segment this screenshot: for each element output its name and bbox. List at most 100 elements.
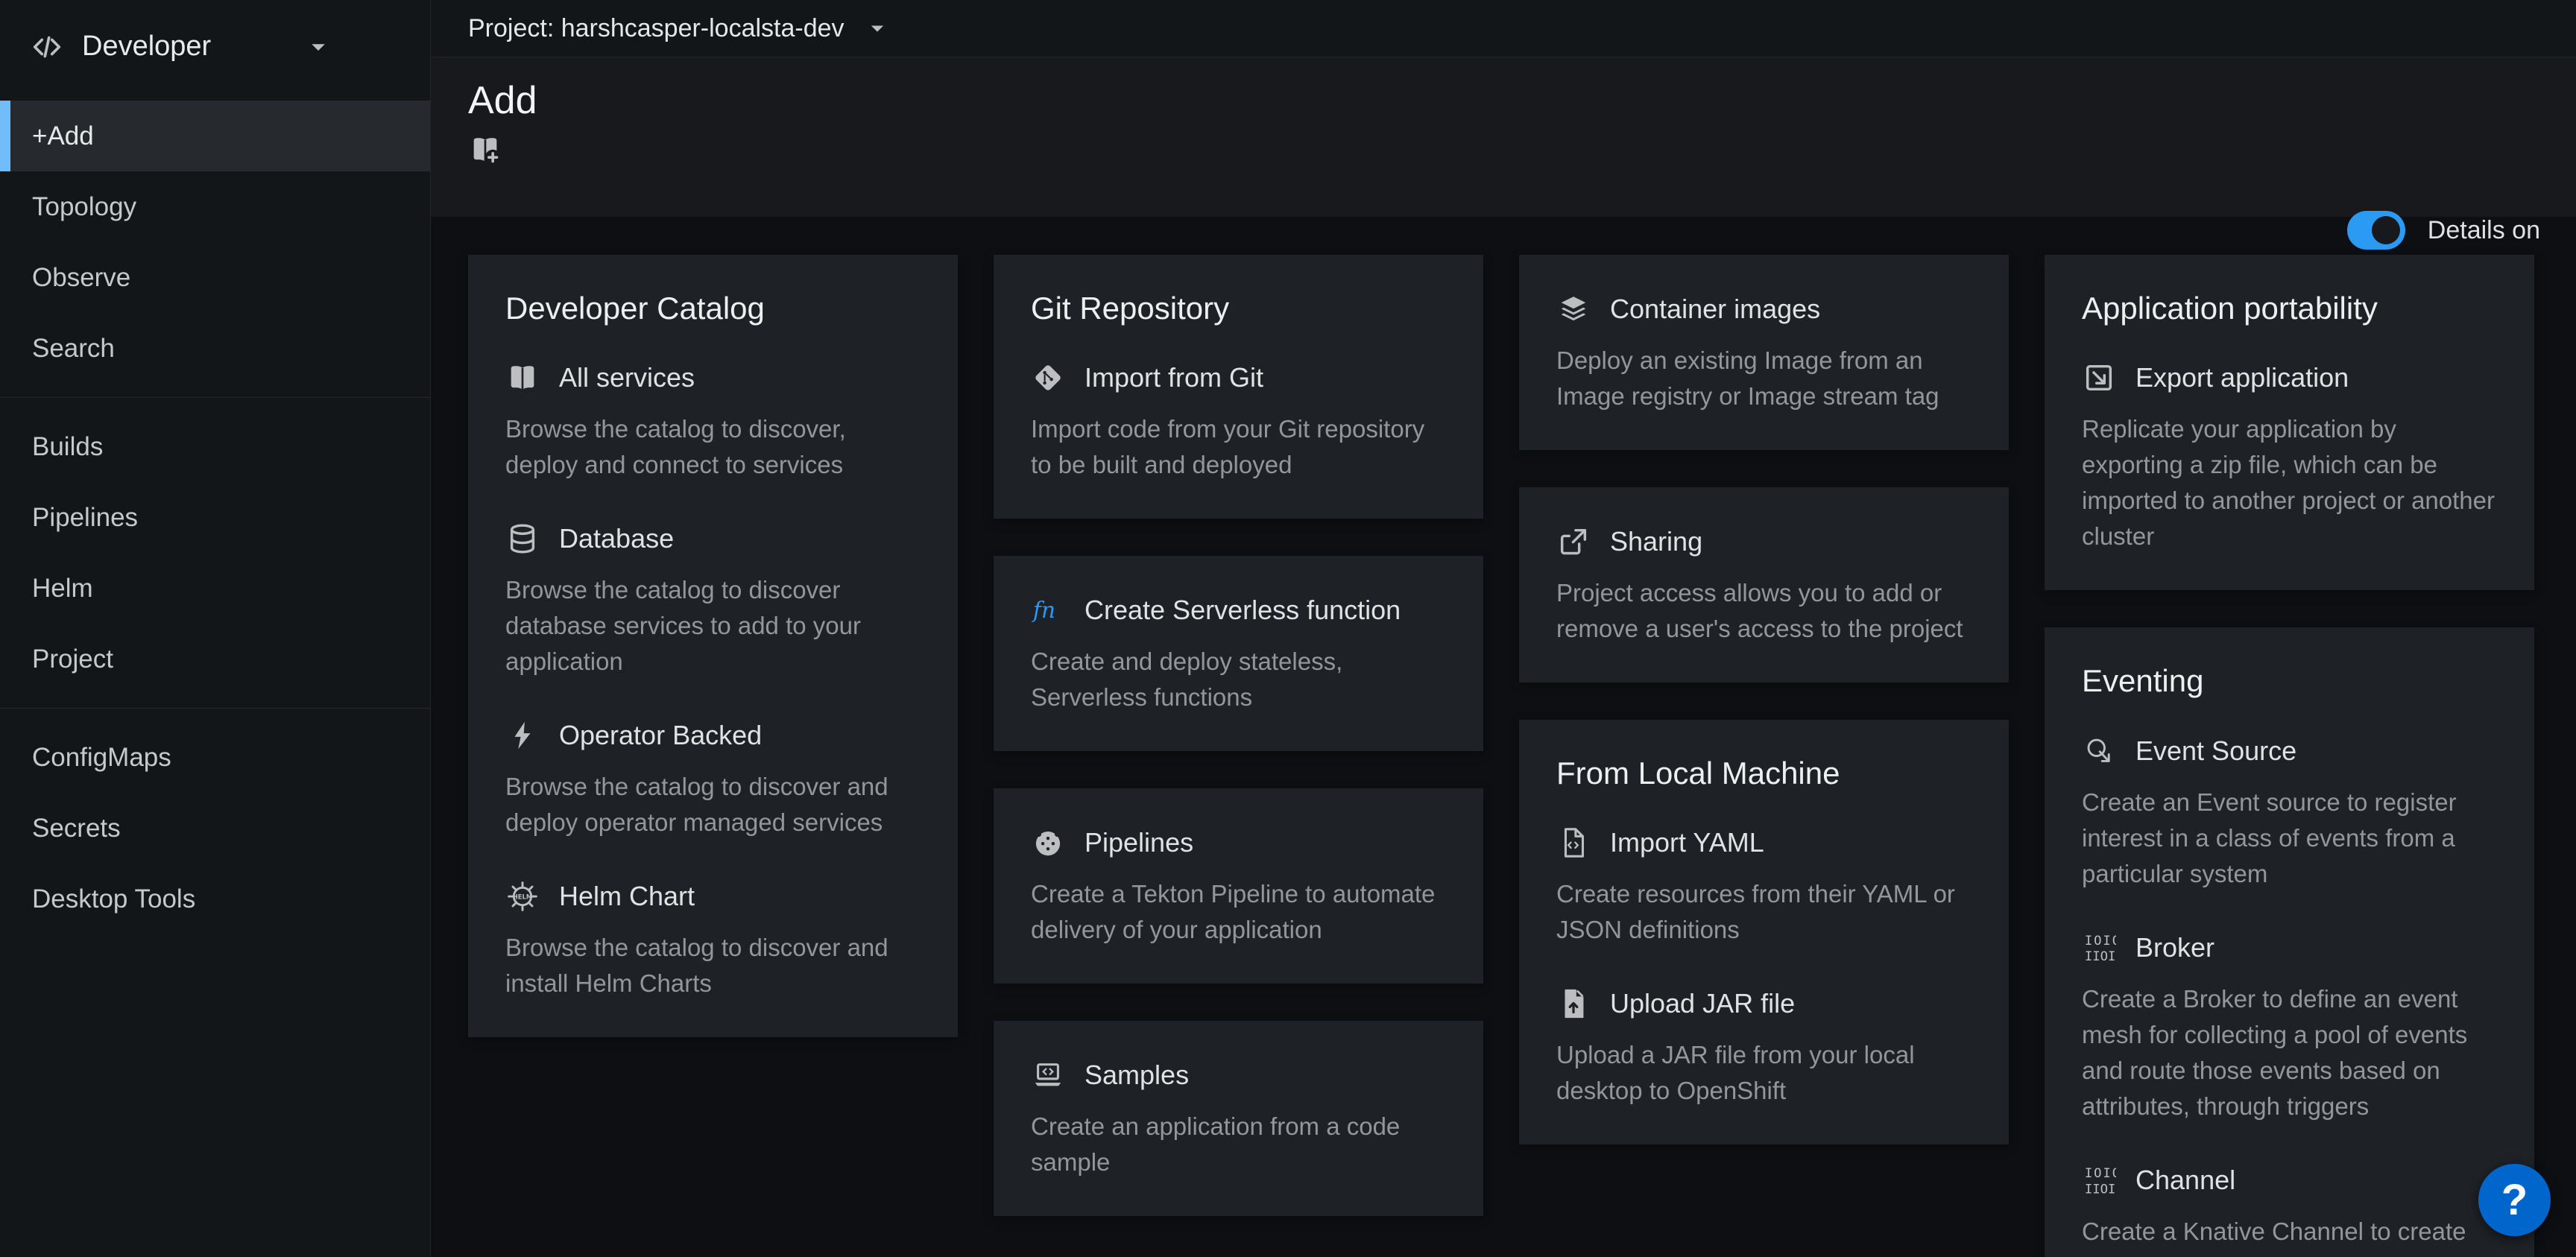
card-title: From Local Machine <box>1556 756 1972 791</box>
item-description: Deploy an existing Image from an Image r… <box>1556 343 1972 414</box>
event-source-icon <box>2082 734 2116 768</box>
bolt-icon <box>505 718 540 753</box>
add-item-helm-chart: HELMHelm ChartBrowse the catalog to disc… <box>505 879 921 1001</box>
git-icon <box>1031 361 1065 395</box>
add-item-link-operator-backed[interactable]: Operator Backed <box>505 718 921 753</box>
sidebar-item-label: Secrets <box>32 814 121 843</box>
sidebar-item-add[interactable]: +Add <box>0 101 430 171</box>
question-mark-icon: ? <box>2501 1175 2528 1225</box>
channel-icon: IOIOIIOII <box>2082 1163 2116 1197</box>
sidebar-group-divider <box>0 397 430 398</box>
add-item-export-application: Export application Replicate your applica… <box>2082 361 2497 554</box>
item-title: Broker <box>2135 932 2214 963</box>
item-title: Sharing <box>1610 526 1702 557</box>
card-sharing: SharingProject access allows you to add … <box>1519 487 2009 683</box>
add-item-link-import-yaml[interactable]: Import YAML <box>1556 826 1972 860</box>
add-item-link-samples[interactable]: Samples <box>1031 1058 1446 1092</box>
add-item-link-sharing[interactable]: Sharing <box>1556 525 1972 559</box>
item-description: Create an Event source to register inter… <box>2082 785 2497 892</box>
item-description: Create an application from a code sample <box>1031 1109 1446 1180</box>
project-bar: Project: harshcasper-localsta-dev <box>431 0 2576 57</box>
sidebar-item-label: ConfigMaps <box>32 743 171 773</box>
help-button[interactable]: ? <box>2478 1164 2551 1236</box>
item-description: Create a Broker to define an event mesh … <box>2082 981 2497 1124</box>
sidebar-item-configmaps[interactable]: ConfigMaps <box>0 722 430 793</box>
card-title: Git Repository <box>1031 291 1446 326</box>
sidebar-item-observe[interactable]: Observe <box>0 242 430 313</box>
add-item-link-all-services[interactable]: All services <box>505 361 921 395</box>
sidebar: Developer +Add Topology Observe Search Build… <box>0 0 431 1257</box>
add-page-content: Developer Catalog All services Browse the … <box>431 217 2576 1257</box>
add-item-container-images: Container images Deploy an existing Image… <box>1556 292 1972 414</box>
add-item-link-helm-chart[interactable]: HELMHelm Chart <box>505 879 921 914</box>
item-description: Replicate your application by exporting … <box>2082 411 2497 554</box>
item-description: Browse the catalog to discover, deploy a… <box>505 411 921 483</box>
add-item-link-create-serverless-function[interactable]: fnCreate Serverless function <box>1031 593 1446 627</box>
item-title: Export application <box>2135 362 2349 393</box>
add-item-link-container-images[interactable]: Container images <box>1556 292 1972 326</box>
card-container-images: Container images Deploy an existing Image… <box>1519 255 2009 450</box>
sidebar-item-topology[interactable]: Topology <box>0 171 430 242</box>
item-title: Database <box>559 523 674 554</box>
sidebar-item-label: Topology <box>32 192 136 222</box>
broker-icon: IOIOIIOII <box>2082 931 2116 965</box>
add-item-link-export-application[interactable]: Export application <box>2082 361 2497 395</box>
page-title: Add <box>468 80 2540 122</box>
add-item-link-database[interactable]: Database <box>505 522 921 556</box>
add-item-operator-backed: Operator Backed Browse the catalog to dis… <box>505 718 921 840</box>
add-item-link-channel[interactable]: IOIOIIOIIChannel <box>2082 1163 2497 1197</box>
sidebar-item-pipelines[interactable]: Pipelines <box>0 482 430 553</box>
add-item-link-import-from-git[interactable]: Import from Git <box>1031 361 1446 395</box>
sidebar-item-search[interactable]: Search <box>0 313 430 384</box>
item-title: Operator Backed <box>559 720 762 751</box>
sidebar-item-label: Search <box>32 334 115 364</box>
add-item-link-broker[interactable]: IOIOIIOII Broker <box>2082 931 2497 965</box>
item-title: Samples <box>1085 1060 1189 1091</box>
card-git-repository: Git RepositoryImport from GitImport code… <box>994 255 1483 519</box>
catalog-plus-icon[interactable] <box>468 133 502 167</box>
sidebar-item-label: Observe <box>32 263 130 293</box>
sidebar-item-secrets[interactable]: Secrets <box>0 793 430 864</box>
sidebar-item-label: Helm <box>32 574 93 604</box>
sidebar-item-label: Pipelines <box>32 503 138 533</box>
svg-text:fn: fn <box>1032 598 1055 624</box>
sidebar-item-builds[interactable]: Builds <box>0 411 430 482</box>
item-title: Helm Chart <box>559 881 695 912</box>
add-item-link-pipelines[interactable]: Pipelines <box>1031 826 1446 860</box>
project-selector[interactable]: Project: harshcasper-localsta-dev <box>468 14 888 43</box>
perspective-label: Developer <box>82 31 211 63</box>
sidebar-item-helm[interactable]: Helm <box>0 553 430 624</box>
perspective-switcher[interactable]: Developer <box>0 0 430 93</box>
add-item-link-upload-jar-file[interactable]: Upload JAR file <box>1556 987 1972 1021</box>
chevron-down-icon <box>307 36 329 58</box>
sidebar-nav: +Add Topology Observe Search Builds Pipelines… <box>0 93 430 934</box>
item-description: Upload a JAR file from your local deskto… <box>1556 1037 1972 1109</box>
item-title: Container images <box>1610 294 1820 325</box>
sidebar-item-desktop-tools[interactable]: Desktop Tools <box>0 864 430 934</box>
add-item-all-services: All services Browse the catalog to discov… <box>505 361 921 483</box>
pipelines-icon <box>1031 826 1065 860</box>
card-column: Developer Catalog All services Browse the … <box>468 255 958 1257</box>
item-description: Create a Knative Channel to create an ev… <box>2082 1214 2497 1257</box>
sidebar-item-label: +Add <box>32 121 94 151</box>
page-header: Add Details on <box>431 57 2576 217</box>
sidebar-group-divider <box>0 708 430 709</box>
card-developer-catalog: Developer Catalog All services Browse the … <box>468 255 958 1037</box>
svg-text:IIOII: IIOII <box>2085 1182 2116 1197</box>
chevron-down-icon <box>867 18 888 39</box>
add-item-link-event-source[interactable]: Event Source <box>2082 734 2497 768</box>
add-item-sharing: SharingProject access allows you to add … <box>1556 525 1972 647</box>
item-description: Browse the catalog to discover database … <box>505 572 921 680</box>
item-description: Browse the catalog to discover and deplo… <box>505 769 921 840</box>
add-item-create-serverless-function: fnCreate Serverless functionCreate and d… <box>1031 593 1446 715</box>
card-title: Developer Catalog <box>505 291 921 326</box>
add-item-import-yaml: Import YAMLCreate resources from their Y… <box>1556 826 1972 948</box>
card-create-serverless-function: fnCreate Serverless functionCreate and d… <box>994 556 1483 751</box>
card-column: Application portabilityExport applicatio… <box>2045 255 2534 1257</box>
add-item-upload-jar-file: Upload JAR file Upload a JAR file from yo… <box>1556 987 1972 1109</box>
database-icon <box>505 522 540 556</box>
item-title: Upload JAR file <box>1610 988 1795 1019</box>
sidebar-item-project[interactable]: Project <box>0 624 430 694</box>
card-from-local-machine: From Local Machine Import YAMLCreate reso… <box>1519 720 2009 1144</box>
samples-icon <box>1031 1058 1065 1092</box>
